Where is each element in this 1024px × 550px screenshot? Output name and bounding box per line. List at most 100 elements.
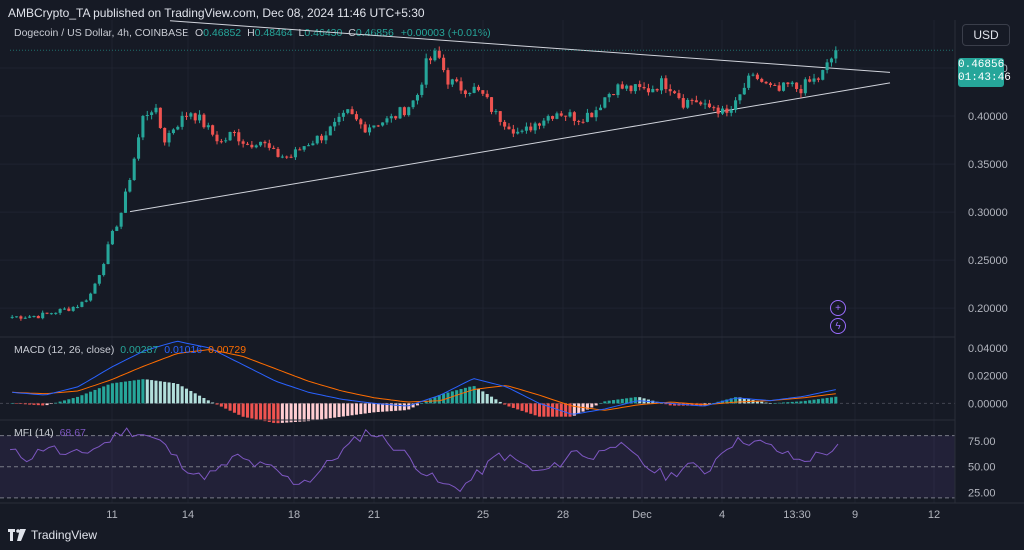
macd-histogram-bar: [821, 398, 825, 404]
macd-histogram-bar: [241, 403, 245, 417]
candle-body: [350, 109, 354, 115]
candle-body: [158, 107, 162, 128]
candle-body: [237, 132, 241, 142]
time-tick-label: 21: [368, 509, 380, 521]
macd-histogram-value: 0.00287: [120, 344, 159, 356]
macd-signal-line: [12, 349, 836, 411]
candle-body: [651, 89, 655, 93]
candle-body: [62, 308, 66, 310]
candle-body: [163, 127, 167, 143]
candle-body: [115, 226, 119, 231]
candle-body: [659, 78, 664, 91]
candle-body: [568, 112, 572, 117]
time-tick-label: 4: [719, 509, 725, 521]
candle-body: [385, 118, 389, 123]
macd-histogram-bar: [302, 403, 306, 422]
macd-histogram-bar: [537, 403, 542, 417]
mfi-pane: [0, 427, 955, 499]
candle-body: [381, 122, 385, 126]
candle-body: [206, 125, 210, 128]
macd-histogram-bar: [620, 398, 624, 404]
candle-body: [437, 50, 441, 58]
macd-histogram-bar: [481, 391, 485, 404]
candle-body: [267, 143, 271, 148]
mfi-legend: MFI (14) 68.67: [14, 427, 86, 439]
chart-canvas[interactable]: 0.200000.250000.300000.350000.400000.450…: [0, 0, 1024, 550]
candle-body: [564, 115, 568, 117]
candle-body: [324, 135, 328, 141]
candle-body: [333, 121, 337, 127]
candle-body: [306, 145, 311, 147]
candle-body: [110, 230, 114, 245]
candle-body: [54, 312, 58, 314]
candle-body: [703, 103, 707, 105]
macd-histogram-bar: [10, 403, 14, 404]
macd-histogram-bar: [89, 391, 93, 404]
candle-body: [337, 116, 341, 122]
candle-body: [555, 113, 559, 119]
tradingview-logo-icon: [8, 529, 26, 541]
candle-body: [677, 93, 681, 99]
candle-body: [106, 244, 110, 265]
macd-histogram-bar: [145, 379, 149, 404]
candle-body: [424, 58, 428, 85]
candle-body: [167, 133, 171, 143]
macd-histogram-bar: [494, 399, 498, 404]
candle-body: [45, 312, 49, 314]
macd-histogram-bar: [594, 403, 598, 406]
candle-body: [49, 313, 53, 315]
current-price: 0.46856: [958, 59, 1005, 71]
candle-body: [476, 86, 480, 91]
candle-body: [738, 94, 742, 101]
candle-body: [28, 316, 32, 318]
macd-histogram-bar: [633, 397, 637, 404]
macd-histogram-bar: [799, 401, 803, 404]
price-axis[interactable]: 0.200000.250000.300000.350000.400000.450…: [968, 63, 1008, 500]
candle-body: [232, 132, 236, 134]
macd-histogram-bar: [829, 397, 833, 404]
candle-body: [154, 107, 158, 113]
macd-histogram-bar: [315, 403, 319, 420]
macd-histogram-bar: [237, 403, 241, 415]
macd-histogram-bar: [215, 403, 219, 405]
candle-body: [537, 123, 542, 126]
candle-body: [298, 149, 302, 151]
candle-body: [834, 50, 838, 59]
candle-body: [80, 301, 84, 307]
candle-body: [620, 84, 624, 89]
candle-body: [272, 147, 276, 149]
macd-histogram-bar: [54, 402, 58, 404]
time-axis[interactable]: 11 14 18 21 25 28 Dec 4 13:30 9 12: [106, 509, 940, 521]
macd-histogram-bar: [250, 403, 254, 419]
macd-histogram-bar: [58, 401, 62, 404]
lightning-icon[interactable]: ϟ: [830, 318, 846, 334]
macd-histogram-bar: [768, 403, 772, 404]
macd-histogram-bar: [76, 396, 80, 404]
time-tick-label: 25: [477, 509, 489, 521]
candle-body: [795, 82, 799, 89]
candle-body: [490, 97, 494, 112]
macd-histogram-bar: [472, 386, 476, 404]
tradingview-branding[interactable]: TradingView: [8, 528, 97, 542]
candle-body: [211, 125, 215, 135]
candle-body: [41, 312, 45, 319]
plus-circle-icon[interactable]: +: [830, 300, 846, 316]
candle-body: [311, 143, 315, 146]
macd-histogram-bar: [786, 402, 790, 404]
grid: [0, 20, 955, 503]
candle-body: [507, 126, 511, 130]
macd-histogram-bar: [154, 380, 158, 404]
macd-histogram-bar: [71, 398, 75, 404]
macd-histogram-bar: [115, 382, 119, 404]
macd-histogram-bar: [184, 388, 189, 404]
macd-histogram-bar: [311, 403, 315, 421]
candle-body: [433, 50, 437, 61]
macd-histogram-bar: [224, 403, 228, 409]
candle-body: [202, 114, 206, 128]
macd-histogram-bar: [616, 399, 620, 404]
candle-body: [812, 78, 816, 82]
candle-body: [655, 89, 659, 91]
candle-body: [429, 58, 433, 61]
candle-body: [402, 107, 406, 116]
macd-histogram-bar: [834, 396, 838, 404]
